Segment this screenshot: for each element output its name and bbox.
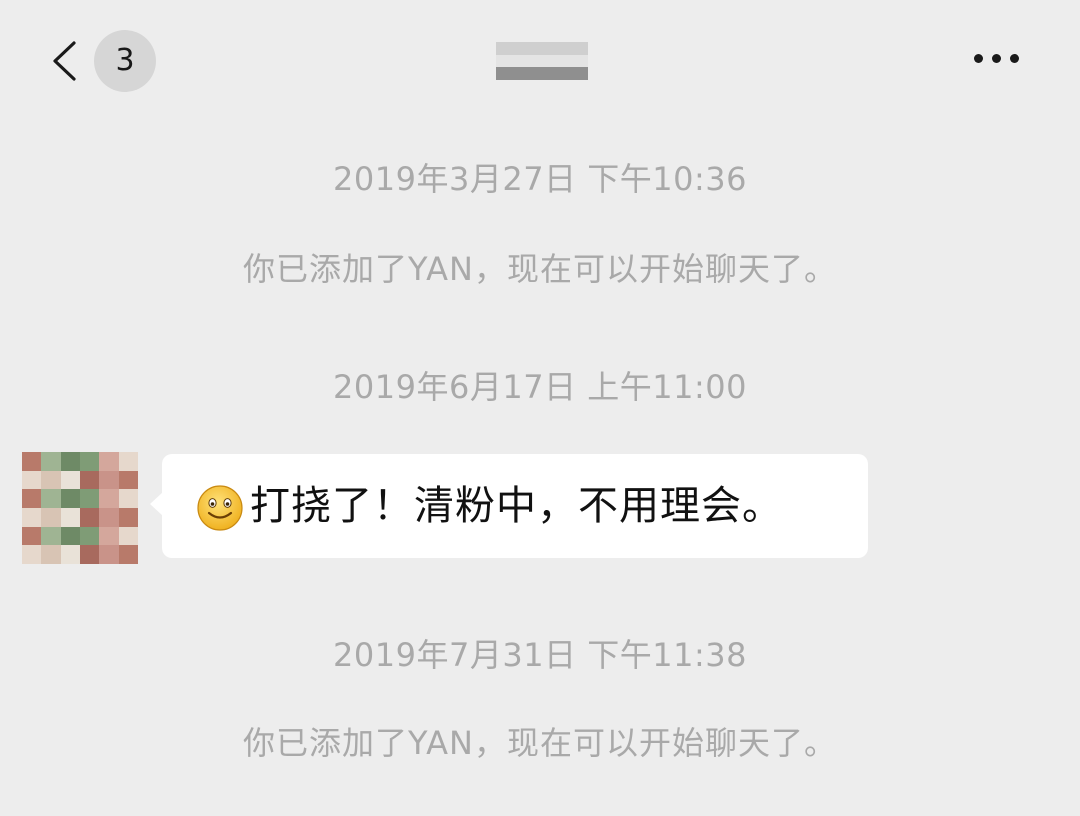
bubble-tail [150,492,163,516]
avatar[interactable] [22,452,138,564]
unread-count-badge: 3 [94,30,156,92]
system-message: 你已添加了YAN，现在可以开始聊天了。 [243,250,837,288]
system-message: 你已添加了YAN，现在可以开始聊天了。 [243,724,837,762]
message-timestamp: 2019年7月31日 下午11:38 [333,636,747,674]
blurred-avatar-mosaic [22,452,138,564]
nav-bar: 3 [0,0,1080,120]
blurred-title-mosaic [496,42,588,80]
chat-title-blurred [496,42,588,80]
more-options-button[interactable] [966,44,1026,74]
back-button[interactable]: 3 [40,30,170,92]
incoming-message-row: 打挠了！清粉中，不用理会。 [0,448,1080,568]
message-text: 打挠了！清粉中，不用理会。 [250,483,783,529]
message-timestamp: 2019年3月27日 下午10:36 [333,160,747,198]
message-timestamp: 2019年6月17日 上午11:00 [333,368,747,406]
chevron-left-icon [53,41,76,81]
message-bubble[interactable]: 打挠了！清粉中，不用理会。 [150,454,868,558]
smiling-face-icon [197,485,243,531]
